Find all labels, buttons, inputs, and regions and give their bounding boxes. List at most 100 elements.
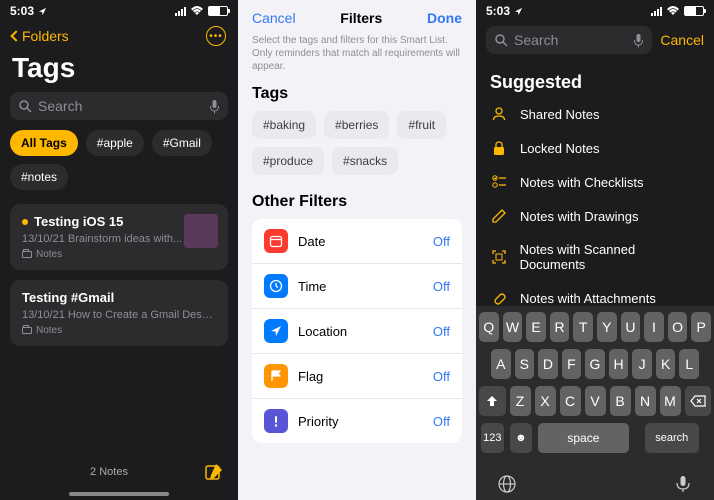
suggestion-row[interactable]: Notes with Scanned Documents [476, 233, 714, 281]
filter-row[interactable]: Priority Off [252, 399, 462, 443]
suggested-header: Suggested [476, 60, 714, 97]
key-n[interactable]: N [635, 386, 656, 416]
tag-pill[interactable]: All Tags [10, 130, 78, 156]
cancel-button[interactable]: Cancel [252, 10, 296, 26]
numbers-key[interactable]: 123 [481, 423, 504, 453]
tag-chip[interactable]: #snacks [332, 147, 398, 175]
battery-icon [208, 6, 228, 16]
cancel-button[interactable]: Cancel [660, 32, 704, 48]
location-arrow-icon [514, 7, 523, 16]
mic-icon[interactable] [633, 33, 644, 48]
search-input[interactable]: Search [486, 26, 652, 54]
shift-key[interactable] [479, 386, 506, 416]
clock-icon [264, 274, 288, 298]
suggestion-row[interactable]: Notes with Drawings [476, 199, 714, 233]
filters-screen: Cancel Filters Done Select the tags and … [238, 0, 476, 500]
note-count: 2 Notes [14, 466, 204, 478]
battery-icon [684, 6, 704, 16]
key-l[interactable]: L [679, 349, 699, 379]
key-x[interactable]: X [535, 386, 556, 416]
tag-pill[interactable]: #Gmail [152, 130, 212, 156]
filter-row[interactable]: Date Off [252, 219, 462, 264]
filter-name: Priority [298, 414, 338, 429]
search-key[interactable]: search [645, 423, 699, 453]
key-e[interactable]: E [526, 312, 546, 342]
key-t[interactable]: T [573, 312, 593, 342]
tag-pill[interactable]: #notes [10, 164, 68, 190]
suggestion-row[interactable]: Shared Notes [476, 97, 714, 131]
mic-icon[interactable] [209, 99, 220, 114]
backspace-key[interactable] [685, 386, 712, 416]
tag-chip[interactable]: #produce [252, 147, 324, 175]
emoji-key[interactable]: ☻ [510, 423, 533, 453]
key-o[interactable]: O [668, 312, 688, 342]
key-z[interactable]: Z [510, 386, 531, 416]
key-s[interactable]: S [515, 349, 535, 379]
other-filters-header: Other Filters [238, 193, 476, 219]
keyboard[interactable]: QWERTYUIOP ASDFGHJKL ZXCVBNM 123 ☻ space… [476, 306, 714, 500]
signal-icon [651, 7, 662, 16]
back-button[interactable]: Folders [12, 28, 69, 44]
suggestion-row[interactable]: Locked Notes [476, 131, 714, 165]
filter-name: Flag [298, 369, 323, 384]
tag-chip[interactable]: #fruit [397, 111, 446, 139]
key-q[interactable]: Q [479, 312, 499, 342]
key-d[interactable]: D [538, 349, 558, 379]
suggestion-label: Notes with Drawings [520, 209, 639, 224]
key-k[interactable]: K [656, 349, 676, 379]
tag-pill[interactable]: #apple [86, 130, 144, 156]
priority-icon [264, 409, 288, 433]
page-title: Filters [340, 10, 382, 26]
nav-bar: Cancel Filters Done [238, 0, 476, 34]
note-card[interactable]: Testing #Gmail 13/10/21 How to Create a … [10, 280, 228, 346]
done-button[interactable]: Done [427, 10, 462, 26]
dictation-key[interactable] [673, 474, 693, 494]
more-button[interactable]: ••• [206, 26, 226, 46]
tag-filter-row: All Tags #apple #Gmail #notes [0, 130, 238, 204]
filter-state: Off [433, 369, 450, 384]
key-v[interactable]: V [585, 386, 606, 416]
note-title: Testing #Gmail [22, 290, 216, 305]
tag-chip[interactable]: #baking [252, 111, 316, 139]
key-j[interactable]: J [632, 349, 652, 379]
key-a[interactable]: A [491, 349, 511, 379]
filter-list: Date Off Time Off Location Off Flag Off … [252, 219, 462, 443]
key-w[interactable]: W [503, 312, 523, 342]
key-h[interactable]: H [609, 349, 629, 379]
status-time: 5:03 [10, 4, 47, 18]
key-y[interactable]: Y [597, 312, 617, 342]
note-folder: Notes [22, 249, 216, 260]
key-b[interactable]: B [610, 386, 631, 416]
space-key[interactable]: space [538, 423, 628, 453]
home-indicator[interactable] [69, 492, 169, 496]
filter-row[interactable]: Location Off [252, 309, 462, 354]
scan-icon [490, 249, 508, 265]
key-f[interactable]: F [562, 349, 582, 379]
note-card[interactable]: Testing iOS 15 13/10/21 Brainstorm ideas… [10, 204, 228, 270]
tag-chip-row: #baking #berries #fruit #produce #snacks [238, 111, 476, 193]
filter-row[interactable]: Time Off [252, 264, 462, 309]
folder-icon [22, 251, 32, 258]
key-i[interactable]: I [644, 312, 664, 342]
search-bar-row: Search Cancel [476, 20, 714, 60]
filter-row[interactable]: Flag Off [252, 354, 462, 399]
tag-chip[interactable]: #berries [324, 111, 389, 139]
location-arrow-icon [38, 7, 47, 16]
filter-state: Off [433, 324, 450, 339]
key-g[interactable]: G [585, 349, 605, 379]
description-text: Select the tags and filters for this Sma… [238, 34, 476, 85]
key-p[interactable]: P [691, 312, 711, 342]
key-r[interactable]: R [550, 312, 570, 342]
page-title: Tags [0, 52, 238, 92]
filter-name: Time [298, 279, 326, 294]
search-input[interactable]: Search [10, 92, 228, 120]
suggestion-row[interactable]: Notes with Checklists [476, 165, 714, 199]
key-m[interactable]: M [660, 386, 681, 416]
note-subtitle: 13/10/21 How to Create a Gmail Desktop..… [22, 309, 216, 321]
key-u[interactable]: U [621, 312, 641, 342]
person-icon [490, 106, 508, 122]
status-indicators [175, 6, 228, 16]
globe-key[interactable] [497, 474, 517, 494]
key-c[interactable]: C [560, 386, 581, 416]
compose-button[interactable] [204, 462, 224, 482]
